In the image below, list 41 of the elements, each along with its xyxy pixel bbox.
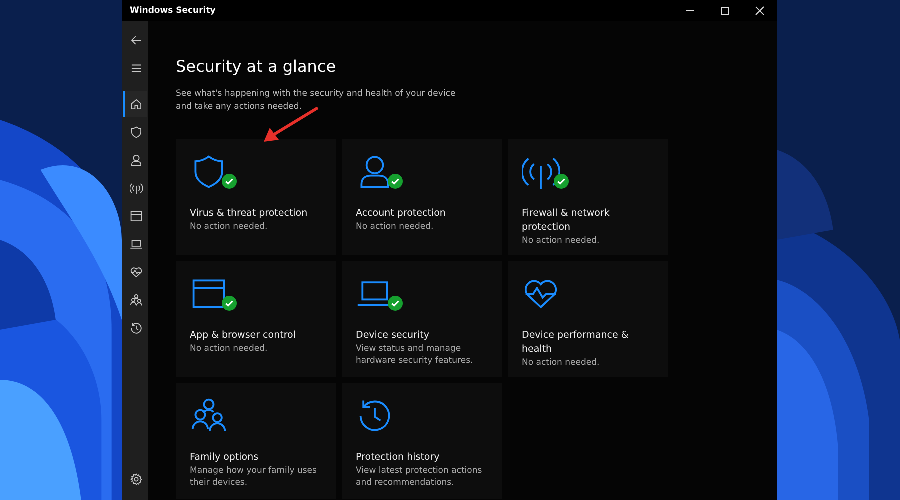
home-icon: [130, 98, 142, 110]
shield-icon: [130, 126, 142, 138]
page-description: See what's happening with the security and health of your device and take any actions needed.: [176, 88, 457, 114]
card-status: View latest protection actions and recommendations.: [356, 465, 484, 489]
status-card[interactable]: Device security View status and manage hardware security features.: [342, 261, 502, 377]
laptop-icon: [130, 238, 142, 250]
status-card[interactable]: Account protection No action needed.: [342, 139, 502, 255]
card-title: Virus & threat protection: [190, 207, 309, 221]
browser-window-icon: [130, 210, 142, 222]
card-status: No action needed.: [522, 235, 601, 247]
back-icon: [130, 34, 142, 46]
card-title: Device security: [356, 329, 430, 343]
card-status: View status and manage hardware security features.: [356, 343, 474, 367]
family-icon: [130, 294, 142, 306]
antenna-icon: [130, 182, 142, 194]
card-status: No action needed.: [190, 221, 269, 233]
card-status: No action needed.: [190, 343, 269, 355]
card-status: Manage how your family uses their devices.: [190, 465, 318, 489]
heart-pulse-icon: [130, 266, 142, 278]
status-card[interactable]: App & browser control No action needed.: [176, 261, 336, 377]
card-title: App & browser control: [190, 329, 297, 343]
maximize-icon: [720, 6, 730, 16]
card-title: Family options: [190, 451, 260, 465]
history-icon: [130, 322, 142, 334]
status-card[interactable]: Virus & threat protection No action needed.: [176, 139, 336, 255]
card-title: Device performance & health: [522, 329, 630, 357]
status-card[interactable]: Device performance & health No action needed.: [508, 261, 668, 377]
window-title: Windows Security: [130, 6, 216, 16]
page-heading: Security at a glance: [176, 57, 338, 76]
close-icon: [754, 6, 764, 16]
status-card[interactable]: Protection history View latest protection actions and recommendations.: [342, 383, 502, 499]
sidebar-button[interactable]: [123, 91, 147, 117]
card-title: Firewall & network protection: [522, 207, 611, 235]
status-card[interactable]: Family options Manage how your family uses their devices.: [176, 383, 336, 499]
person-icon: [130, 154, 142, 166]
card-title: Account protection: [356, 207, 447, 221]
card-status: No action needed.: [356, 221, 435, 233]
card-status: No action needed.: [522, 357, 601, 369]
card-title: Protection history: [356, 451, 441, 465]
settings-icon: [130, 472, 142, 486]
status-card[interactable]: Firewall & network protection No action needed.: [508, 139, 668, 255]
